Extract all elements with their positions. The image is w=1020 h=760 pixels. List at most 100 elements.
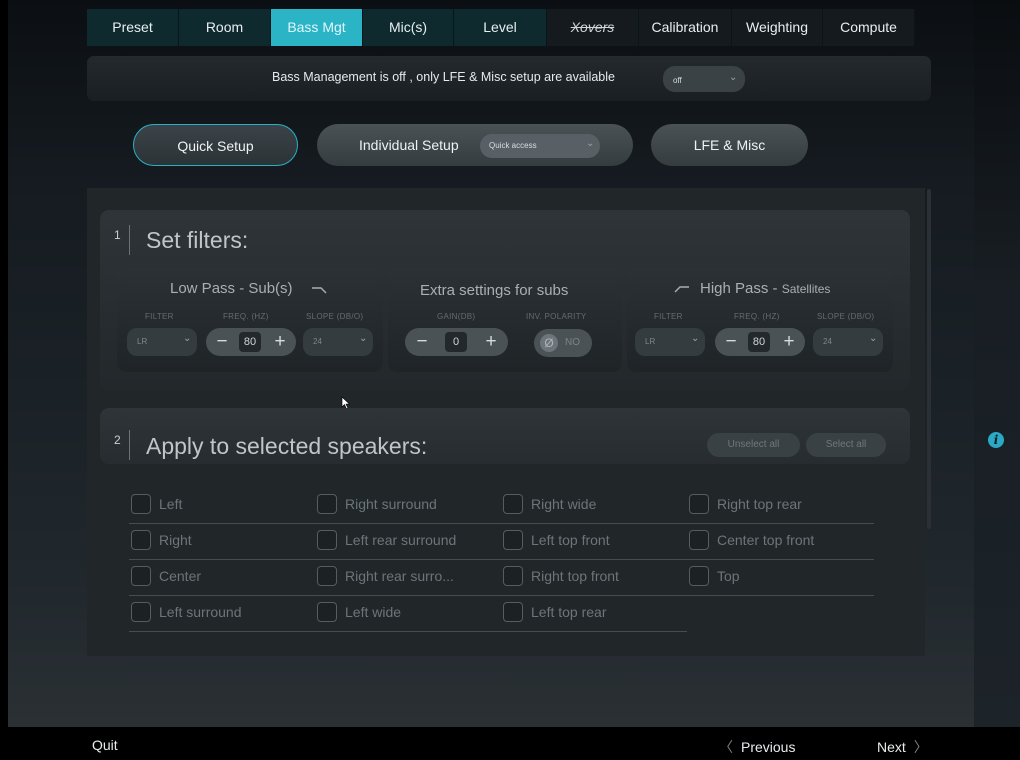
individual-setup-label: Individual Setup (359, 137, 459, 153)
high-pass-freq-value[interactable]: 80 (748, 332, 770, 352)
row-divider (129, 631, 315, 632)
individual-setup-button[interactable]: Individual Setup Quick access ⌄ (317, 124, 633, 166)
tab-room[interactable]: Room (179, 9, 271, 46)
tab-mics[interactable]: Mic(s) (363, 9, 454, 46)
high-pass-filter-value: LR (645, 337, 656, 346)
tab-compute[interactable]: Compute (823, 9, 915, 46)
checkbox[interactable] (131, 494, 151, 514)
low-pass-filter-select[interactable]: LR ⌄ (127, 328, 197, 356)
row-divider (501, 559, 687, 560)
checkbox[interactable] (689, 566, 709, 586)
filter-label: FILTER (145, 312, 174, 321)
high-pass-slope-select[interactable]: 24 ⌄ (813, 328, 883, 356)
section-title: Set filters: (146, 227, 249, 253)
info-icon[interactable]: i (988, 432, 1004, 448)
speaker-label: Left wide (345, 604, 402, 620)
section-divider (129, 430, 130, 460)
row-divider (501, 631, 687, 632)
high-pass-slope-icon (674, 286, 689, 293)
high-pass-title-main: High Pass - (700, 280, 782, 297)
select-all-button[interactable]: Select all (806, 433, 886, 457)
checkbox[interactable] (131, 602, 151, 622)
speaker-label: Left surround (159, 604, 242, 620)
section-divider (129, 225, 130, 255)
plus-icon[interactable]: + (776, 328, 802, 356)
checkbox[interactable] (131, 566, 151, 586)
tab-level[interactable]: Level (454, 9, 547, 46)
quick-setup-button[interactable]: Quick Setup (133, 124, 298, 166)
checkbox[interactable] (503, 602, 523, 622)
scrollbar[interactable] (927, 189, 931, 529)
row-divider (501, 595, 687, 596)
polarity-label: INV. POLARITY (526, 312, 587, 321)
chevron-left-icon: 〈 (719, 739, 733, 755)
row-divider (315, 523, 501, 524)
low-pass-title: Low Pass - Sub(s) (170, 280, 293, 297)
low-pass-freq-stepper[interactable]: − 80 + (206, 328, 296, 356)
freq-label: FREQ. (hz) (223, 312, 269, 321)
tab-preset[interactable]: Preset (87, 9, 179, 46)
high-pass-slope-value: 24 (823, 337, 832, 346)
plus-icon[interactable]: + (267, 328, 293, 356)
invert-polarity-toggle[interactable]: Ø NO (534, 329, 592, 357)
chevron-down-icon: ⌄ (729, 72, 738, 83)
gain-stepper[interactable]: − 0 + (405, 328, 508, 356)
tab-bass-mgt[interactable]: Bass Mgt (271, 9, 363, 46)
lfe-misc-label: LFE & Misc (693, 137, 766, 153)
plus-icon[interactable]: + (478, 328, 504, 356)
checkbox[interactable] (131, 530, 151, 550)
tab-weighting[interactable]: Weighting (732, 9, 823, 46)
chevron-down-icon: ⌄ (586, 138, 595, 149)
checkbox[interactable] (317, 530, 337, 550)
row-divider (687, 595, 874, 596)
bottom-navigation-bar (0, 727, 1020, 760)
next-button[interactable]: Next 〉 (877, 737, 928, 757)
chevron-down-icon: ⌄ (691, 333, 700, 344)
row-divider (315, 631, 501, 632)
high-pass-filter-select[interactable]: LR ⌄ (635, 328, 705, 356)
lfe-misc-button[interactable]: LFE & Misc (651, 124, 808, 166)
low-pass-freq-value[interactable]: 80 (239, 332, 261, 352)
tab-calibration[interactable]: Calibration (639, 9, 732, 46)
checkbox[interactable] (503, 530, 523, 550)
checkbox[interactable] (317, 602, 337, 622)
row-divider (687, 523, 874, 524)
checkbox[interactable] (689, 494, 709, 514)
checkbox[interactable] (317, 566, 337, 586)
checkbox[interactable] (503, 494, 523, 514)
minus-icon[interactable]: − (718, 328, 744, 356)
unselect-all-button[interactable]: Unselect all (707, 433, 800, 457)
previous-button[interactable]: 〈 Previous (719, 737, 795, 757)
slope-label: SLOPE (dB/o) (817, 312, 875, 321)
quick-setup-label: Quick Setup (177, 138, 254, 154)
quick-access-placeholder: Quick access (489, 141, 537, 150)
high-pass-title: High Pass - Satellites (700, 280, 830, 297)
speaker-label: Left top front (531, 532, 610, 548)
row-divider (315, 559, 501, 560)
checkbox[interactable] (503, 566, 523, 586)
polarity-value: NO (565, 337, 580, 348)
low-pass-slope-icon (312, 287, 327, 294)
right-margin (974, 0, 1020, 727)
filter-label: FILTER (654, 312, 683, 321)
low-pass-slope-select[interactable]: 24 ⌄ (303, 328, 373, 356)
bass-management-select[interactable]: off ⌄ (663, 66, 745, 92)
speaker-label: Right (159, 532, 192, 548)
top-tab-bar: Preset Room Bass Mgt Mic(s) Level Xovers… (87, 9, 915, 46)
quit-button[interactable]: Quit (92, 737, 118, 753)
gain-value[interactable]: 0 (445, 332, 467, 352)
speaker-label: Right rear surro... (345, 568, 454, 584)
quick-access-select[interactable]: Quick access ⌄ (480, 134, 600, 158)
chevron-down-icon: ⌄ (359, 333, 368, 344)
speaker-label: Left rear surround (345, 532, 457, 548)
tab-xovers[interactable]: Xovers (547, 9, 639, 46)
minus-icon[interactable]: − (409, 328, 435, 356)
row-divider (687, 559, 874, 560)
section-title: Apply to selected speakers: (146, 433, 428, 459)
minus-icon[interactable]: − (209, 328, 235, 356)
speaker-label: Center (159, 568, 202, 584)
row-divider (315, 595, 501, 596)
high-pass-freq-stepper[interactable]: − 80 + (715, 328, 805, 356)
checkbox[interactable] (317, 494, 337, 514)
checkbox[interactable] (689, 530, 709, 550)
